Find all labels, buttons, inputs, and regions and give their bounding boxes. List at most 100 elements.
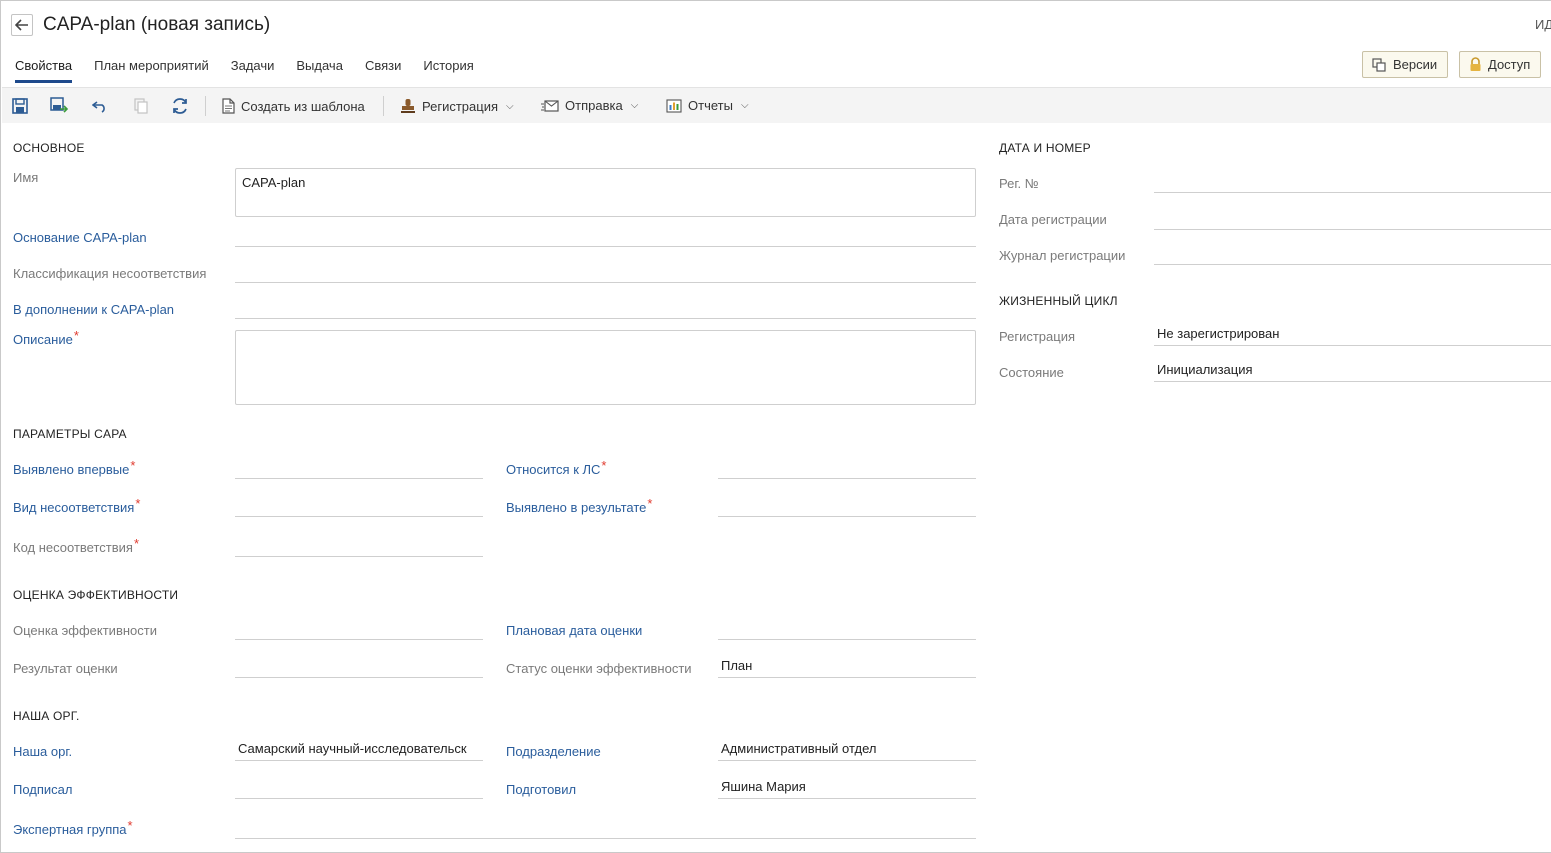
- detected-result-field[interactable]: [718, 495, 976, 517]
- expert-group-label-wrap[interactable]: Экспертная группа*: [13, 818, 133, 837]
- versions-label: Версии: [1393, 57, 1438, 72]
- in-addition-field[interactable]: [235, 297, 976, 319]
- registration-status-field: Не зарегистрирован: [1154, 324, 1551, 346]
- section-capa-params: ПАРАМЕТРЫ CAPA: [13, 427, 127, 441]
- planned-eval-date-label[interactable]: Плановая дата оценки: [506, 623, 642, 638]
- required-marker: *: [601, 458, 607, 473]
- our-org-field[interactable]: Самарский научный-исследовательск: [235, 739, 483, 761]
- toolbar-separator: [205, 96, 206, 116]
- planned-eval-date-field[interactable]: [718, 618, 976, 640]
- toolbar: Создать из шаблона Регистрация ⌵ Отправк…: [2, 87, 1551, 123]
- reg-number-field[interactable]: [1154, 171, 1551, 193]
- tab-history[interactable]: История: [423, 58, 473, 83]
- capa-basis-field[interactable]: [235, 225, 976, 247]
- expert-group-field[interactable]: [235, 817, 976, 839]
- back-button[interactable]: [11, 14, 33, 36]
- signed-label[interactable]: Подписал: [13, 782, 73, 797]
- refresh-icon[interactable]: [171, 97, 189, 115]
- detected-result-label-wrap[interactable]: Выявлено в результате*: [506, 496, 652, 515]
- nonconformity-code-field[interactable]: [235, 535, 483, 557]
- chevron-down-icon: ⌵: [630, 100, 639, 111]
- description-field[interactable]: [235, 330, 976, 405]
- eval-status-label: Статус оценки эффективности: [506, 661, 692, 676]
- required-marker: *: [135, 496, 141, 511]
- efficiency-eval-field[interactable]: [235, 618, 483, 640]
- tab-properties[interactable]: Свойства: [15, 58, 73, 83]
- chevron-down-icon: ⌵: [740, 100, 749, 111]
- description-label-wrap[interactable]: Описание*: [13, 328, 79, 347]
- relates-to-field[interactable]: [718, 457, 976, 479]
- access-label: Доступ: [1488, 57, 1531, 72]
- tab-issuance[interactable]: Выдача: [296, 58, 343, 83]
- nonconformity-type-label: Вид несоответствия: [13, 500, 135, 515]
- registration-status-label: Регистрация: [999, 329, 1075, 344]
- send-icon: [541, 99, 559, 112]
- first-detected-field[interactable]: [235, 457, 483, 479]
- reg-journal-field[interactable]: [1154, 243, 1551, 265]
- first-detected-label-wrap[interactable]: Выявлено впервые*: [13, 458, 135, 477]
- reg-date-label: Дата регистрации: [999, 212, 1107, 227]
- nonconformity-code-label: Код несоответствия: [13, 540, 133, 555]
- required-marker: *: [133, 536, 139, 551]
- chevron-down-icon: ⌵: [506, 100, 514, 112]
- tab-action-plan[interactable]: План мероприятий: [94, 58, 209, 83]
- save-icon[interactable]: [11, 97, 29, 115]
- prepared-label[interactable]: Подготовил: [506, 782, 576, 797]
- reports-label: Отчеты: [688, 98, 733, 113]
- section-efficiency: ОЦЕНКА ЭФФЕКТИВНОСТИ: [13, 588, 179, 602]
- signed-field[interactable]: [235, 777, 483, 799]
- sending-dropdown[interactable]: Отправка ⌵: [541, 98, 638, 113]
- state-field: Инициализация: [1154, 360, 1551, 382]
- section-our-org: НАША ОРГ.: [13, 709, 80, 723]
- in-addition-label[interactable]: В дополнении к CAPA-plan: [13, 302, 174, 317]
- tab-links[interactable]: Связи: [365, 58, 401, 83]
- department-field[interactable]: Административный отдел: [718, 739, 976, 761]
- chart-report-icon: [666, 98, 682, 113]
- section-lifecycle: ЖИЗНЕННЫЙ ЦИКЛ: [999, 294, 1118, 308]
- detected-result-label: Выявлено в результате: [506, 500, 647, 515]
- tab-bar: Свойства План мероприятий Задачи Выдача …: [15, 58, 496, 83]
- required-marker: *: [647, 496, 653, 511]
- versions-button[interactable]: Версии: [1362, 51, 1449, 78]
- nonconformity-type-field[interactable]: [235, 495, 483, 517]
- relates-to-label-wrap[interactable]: Относится к ЛС*: [506, 458, 606, 477]
- relates-to-label: Относится к ЛС: [506, 462, 601, 477]
- reports-dropdown[interactable]: Отчеты ⌵: [666, 98, 749, 113]
- lock-icon: [1470, 57, 1481, 71]
- section-main: ОСНОВНОЕ: [13, 141, 85, 155]
- capa-basis-label[interactable]: Основание CAPA-plan: [13, 230, 147, 245]
- required-marker: *: [127, 818, 133, 833]
- undo-icon[interactable]: [91, 97, 109, 115]
- tab-tasks[interactable]: Задачи: [231, 58, 275, 83]
- department-label[interactable]: Подразделение: [506, 744, 601, 759]
- nonconformity-class-field[interactable]: [235, 261, 976, 283]
- arrow-left-icon: [15, 19, 28, 31]
- nonconformity-type-label-wrap[interactable]: Вид несоответствия*: [13, 496, 140, 515]
- registration-label: Регистрация: [422, 98, 498, 114]
- required-marker: *: [73, 328, 79, 343]
- state-label: Состояние: [999, 365, 1064, 380]
- nonconformity-class-label: Классификация несоответствия: [13, 266, 207, 281]
- efficiency-eval-label: Оценка эффективности: [13, 623, 157, 638]
- create-from-template-label: Создать из шаблона: [241, 98, 365, 114]
- id-label: ИД: [1535, 17, 1551, 32]
- reg-date-field[interactable]: [1154, 208, 1551, 230]
- create-from-template-button[interactable]: Создать из шаблона: [222, 98, 365, 114]
- save-and-close-icon[interactable]: [50, 97, 68, 115]
- prepared-field[interactable]: Яшина Мария: [718, 777, 976, 799]
- eval-status-field[interactable]: План: [718, 656, 976, 678]
- nonconformity-code-label-wrap: Код несоответствия*: [13, 536, 139, 555]
- registration-dropdown[interactable]: Регистрация ⌵: [400, 98, 514, 114]
- section-date-number: ДАТА И НОМЕР: [999, 141, 1091, 155]
- our-org-label[interactable]: Наша орг.: [13, 744, 72, 759]
- document-icon: [222, 98, 235, 114]
- eval-result-field[interactable]: [235, 656, 483, 678]
- sending-label: Отправка: [565, 98, 623, 113]
- copy-icon[interactable]: [132, 97, 150, 115]
- access-button[interactable]: Доступ: [1459, 51, 1542, 78]
- page-title: CAPA-plan (новая запись): [43, 14, 271, 35]
- name-field[interactable]: CAPA-plan: [235, 168, 976, 217]
- eval-result-label: Результат оценки: [13, 661, 118, 676]
- versions-icon: [1372, 57, 1386, 72]
- reg-journal-label: Журнал регистрации: [999, 248, 1126, 263]
